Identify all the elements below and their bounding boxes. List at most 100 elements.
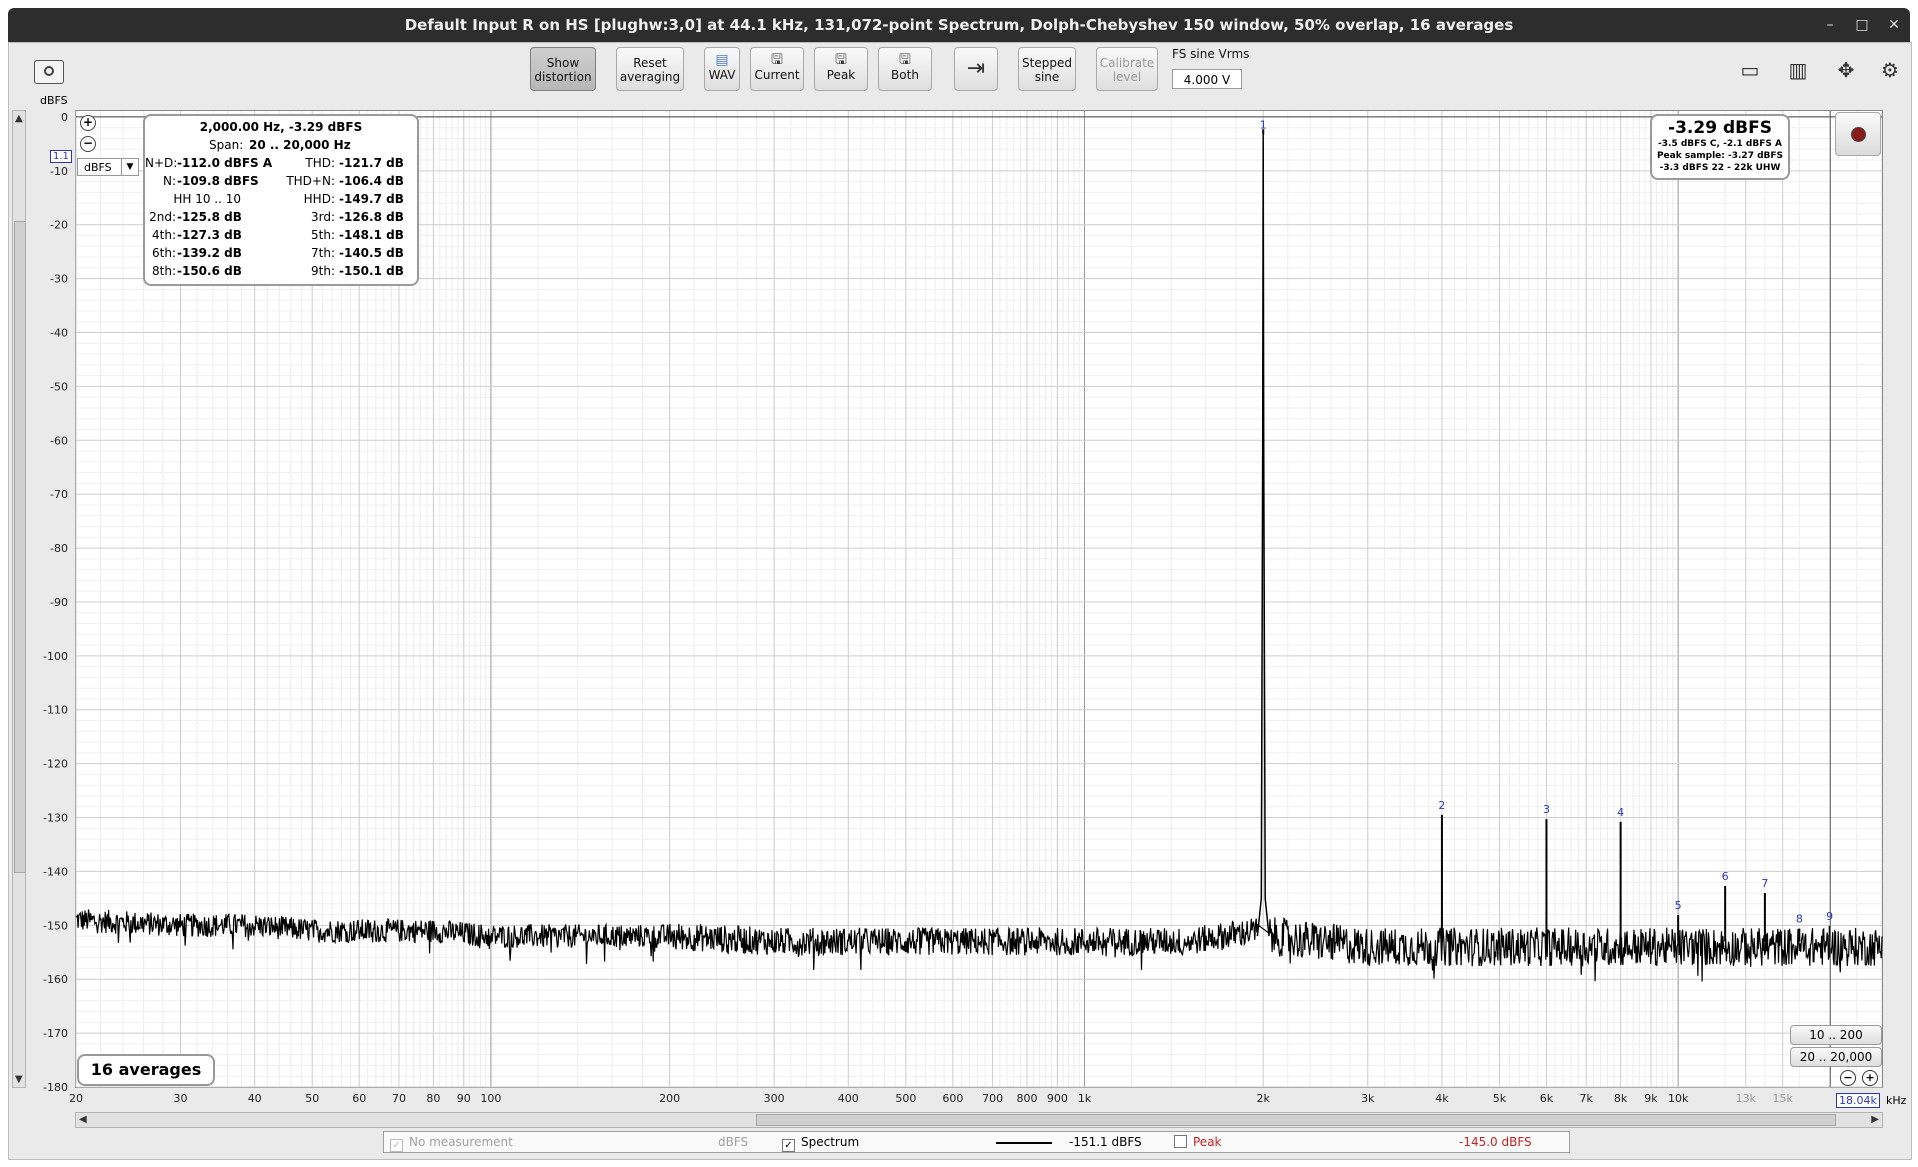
y-tick-label: -160	[43, 973, 68, 986]
frequency-level: 2,000.00 Hz, -3.29 dBFS	[199, 120, 363, 134]
x-tick-label: 7k	[1580, 1092, 1594, 1105]
legend-no-measurement[interactable]: ✓ No measurement	[390, 1135, 513, 1152]
info-label: THD:	[305, 156, 335, 170]
zoom-out-x-icon[interactable]: −	[1840, 1070, 1856, 1086]
scroll-left-icon[interactable]: ◀	[79, 1114, 87, 1125]
legend-peak[interactable]: Peak	[1174, 1135, 1222, 1149]
info-value: -149.7 dB	[339, 192, 404, 206]
vertical-scrollbar[interactable]: ▲ ▼	[12, 110, 26, 1088]
y-cursor-marker[interactable]: 1.1	[50, 150, 72, 163]
info-label: HHD:	[303, 192, 335, 206]
span-value: 20 .. 20,000 Hz	[249, 138, 351, 152]
x-tick-label: 300	[764, 1092, 785, 1105]
info-label: N:	[162, 174, 176, 188]
record-icon	[1851, 127, 1866, 142]
unit-select[interactable]: dBFS ▼	[77, 158, 139, 176]
zoom-out-icon[interactable]: −	[80, 136, 96, 152]
readout-line1: -3.5 dBFS C, -2.1 dBFS A	[1658, 139, 1782, 149]
record-button[interactable]	[1835, 112, 1881, 156]
range-20-20000-button[interactable]: 20 .. 20,000	[1790, 1047, 1882, 1067]
info-value: -139.2 dB	[177, 246, 242, 260]
readout-line2: Peak sample: -3.27 dBFS	[1656, 151, 1784, 161]
x-tick-label: 9k	[1644, 1092, 1658, 1105]
chevron-down-icon: ▼	[121, 159, 138, 175]
info-label: 3rd:	[310, 210, 335, 224]
x-tick-label: 200	[659, 1092, 680, 1105]
y-tick-label: -120	[43, 758, 68, 771]
harmonic-label-6: 6	[1722, 870, 1729, 883]
harmonic-label-9: 9	[1826, 910, 1833, 923]
scroll-up-icon[interactable]: ▲	[15, 113, 23, 124]
y-tick-label: -10	[50, 165, 68, 178]
info-label: 9th:	[311, 264, 335, 278]
info-label: 4th:	[152, 228, 176, 242]
y-tick-label: 0	[61, 111, 68, 124]
x-tick-label: 50	[305, 1092, 319, 1105]
x-tick-label: 8k	[1614, 1092, 1628, 1105]
info-label: 8th:	[152, 264, 176, 278]
legend-peak-value: -145.0 dBFS	[1459, 1135, 1532, 1149]
x-tick-label: 100	[480, 1092, 501, 1105]
legend-spectrum[interactable]: ✓ Spectrum	[782, 1135, 859, 1152]
info-value: -121.7 dB	[339, 156, 404, 170]
x-tick-label: 5k	[1493, 1092, 1507, 1105]
level-readout: -3.29 dBFS -3.5 dBFS C, -2.1 dBFS A Peak…	[1650, 114, 1790, 180]
info-value: -106.4 dB	[339, 174, 404, 188]
averages-badge: 16 averages	[77, 1054, 215, 1086]
scroll-right-icon[interactable]: ▶	[1871, 1114, 1879, 1125]
zoom-in-icon[interactable]: +	[80, 115, 96, 131]
y-tick-label: -110	[43, 704, 68, 717]
legend-bar: ✓ No measurement dBFS ✓ Spectrum -151.1 dB…	[383, 1131, 1570, 1153]
zoom-in-x-icon[interactable]: +	[1862, 1070, 1878, 1086]
y-tick-label: -130	[43, 812, 68, 825]
harmonic-label-4: 4	[1617, 806, 1624, 819]
harmonic-label-2: 2	[1438, 799, 1445, 812]
y-tick-label: -80	[50, 542, 68, 555]
spectrum-noise-trace	[75, 909, 1883, 982]
legend-no-measurement-unit: dBFS	[718, 1135, 749, 1149]
y-tick-label: -90	[50, 596, 68, 609]
cursor-frequency[interactable]: 18.04k	[1836, 1093, 1880, 1108]
vertical-scroll-thumb[interactable]	[14, 221, 26, 873]
info-value: -126.8 dB	[339, 210, 404, 224]
x-tick-label: 90	[457, 1092, 471, 1105]
checkbox-icon[interactable]: ✓	[782, 1139, 795, 1152]
info-label: 5th:	[311, 228, 335, 242]
x-tick-label: 800	[1017, 1092, 1038, 1105]
info-label: 6th:	[152, 246, 176, 260]
y-tick-label: -60	[50, 434, 68, 447]
info-label: HH 10 .. 10	[173, 192, 241, 206]
horizontal-scrollbar[interactable]: ◀ ▶	[75, 1112, 1883, 1128]
x-tick-label: 30	[174, 1092, 188, 1105]
range-10-200-button[interactable]: 10 .. 200	[1790, 1025, 1882, 1045]
x-tick-label: 500	[895, 1092, 916, 1105]
harmonic-label-3: 3	[1543, 803, 1550, 816]
x-tick-label: 15k	[1772, 1092, 1793, 1105]
x-tick-label: 2k	[1257, 1092, 1271, 1105]
x-tick-label: 13k	[1736, 1092, 1757, 1105]
y-tick-label: -20	[50, 219, 68, 232]
x-tick-label: 60	[352, 1092, 366, 1105]
checkbox-icon[interactable]: ✓	[390, 1139, 403, 1152]
x-tick-label: 3k	[1361, 1092, 1375, 1105]
harmonic-label-7: 7	[1761, 877, 1768, 890]
y-tick-label: -150	[43, 919, 68, 932]
harmonic-label-1: 1	[1260, 119, 1267, 132]
x-tick-label: 40	[248, 1092, 262, 1105]
info-value: -150.6 dB	[177, 264, 242, 278]
y-tick-label: -100	[43, 650, 68, 663]
x-tick-label: 700	[982, 1092, 1003, 1105]
horizontal-scroll-thumb[interactable]	[756, 1114, 1836, 1126]
y-tick-label: -40	[50, 326, 68, 339]
readout-line3: -3.3 dBFS 22 - 22k UHW	[1659, 163, 1781, 173]
info-label: 7th:	[311, 246, 335, 260]
scroll-down-icon[interactable]: ▼	[15, 1074, 23, 1085]
checkbox-icon[interactable]	[1174, 1135, 1187, 1148]
x-tick-label: 10k	[1668, 1092, 1689, 1105]
y-tick-label: -140	[43, 865, 68, 878]
x-tick-label: 80	[426, 1092, 440, 1105]
x-tick-label: 1k	[1078, 1092, 1092, 1105]
x-tick-label: 900	[1047, 1092, 1068, 1105]
info-label: N+D:	[145, 156, 178, 170]
info-label: THD+N:	[286, 174, 335, 188]
